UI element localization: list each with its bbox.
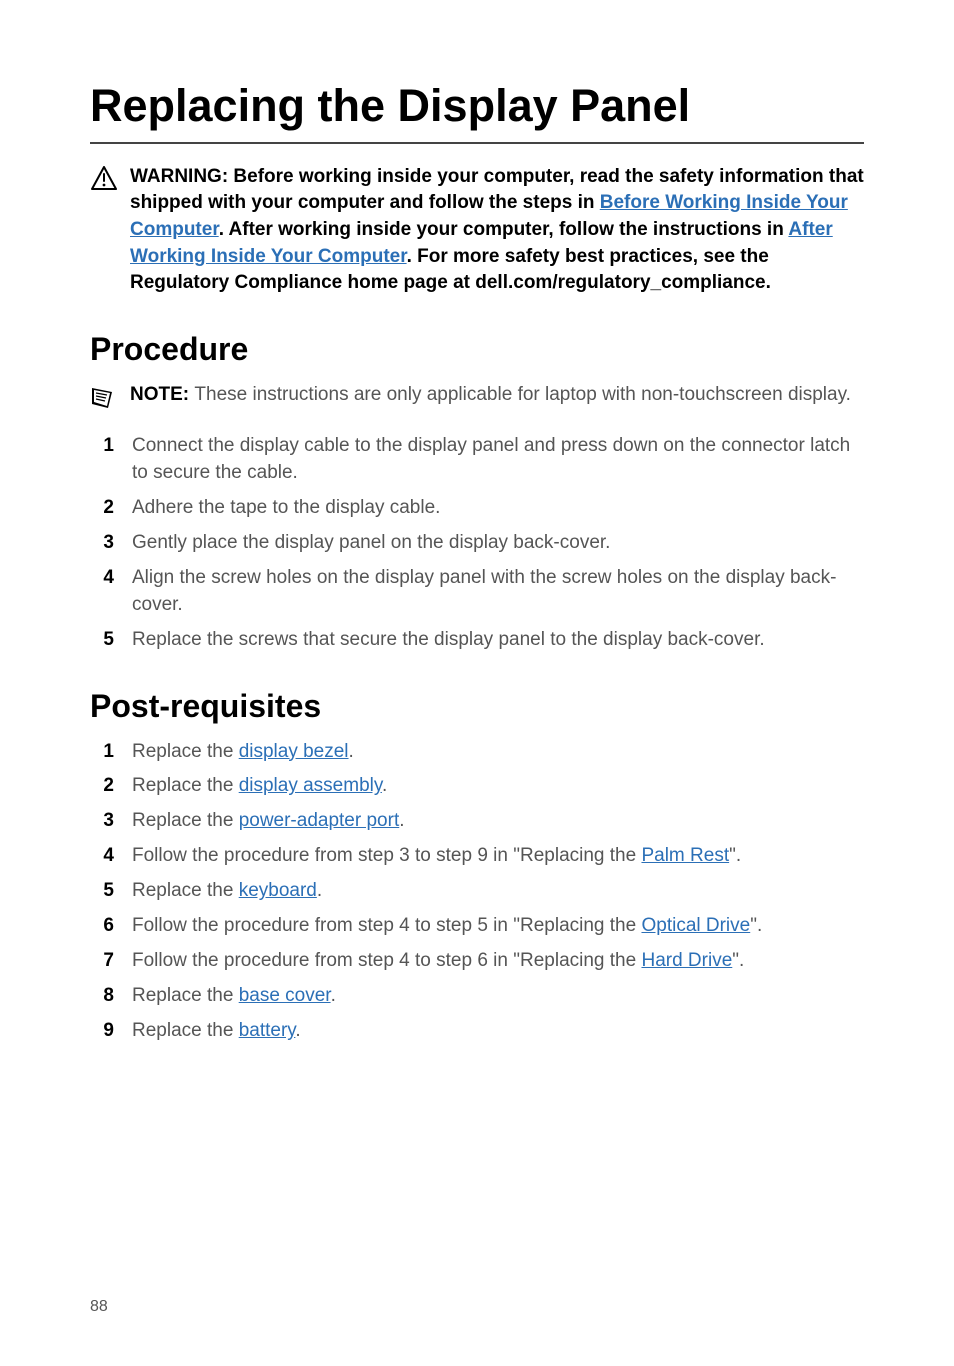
step-tail: ". <box>732 950 744 971</box>
step-tail: ". <box>750 915 762 936</box>
step-text: Replace the <box>132 1020 239 1041</box>
postrequisites-steps: Replace the display bezel. Replace the d… <box>90 739 864 1046</box>
step-text: Follow the procedure from step 3 to step… <box>132 845 641 866</box>
list-item: Connect the display cable to the display… <box>120 433 864 487</box>
step-text: Follow the procedure from step 4 to step… <box>132 915 641 936</box>
step-tail: . <box>295 1020 300 1041</box>
link-display-assembly[interactable]: display assembly <box>239 775 382 796</box>
note-label: NOTE: <box>130 384 194 405</box>
link-display-bezel[interactable]: display bezel <box>239 741 349 762</box>
step-tail: . <box>349 741 354 762</box>
list-item: Follow the procedure from step 4 to step… <box>120 913 864 940</box>
list-item: Follow the procedure from step 4 to step… <box>120 948 864 975</box>
list-item: Replace the display bezel. <box>120 739 864 766</box>
procedure-steps: Connect the display cable to the display… <box>90 433 864 654</box>
postrequisites-heading: Post-requisites <box>90 688 864 725</box>
warning-mid1: . After working inside your computer, fo… <box>219 219 789 240</box>
step-text: Replace the <box>132 810 239 831</box>
note-body: These instructions are only applicable f… <box>194 384 851 405</box>
procedure-heading: Procedure <box>90 331 864 368</box>
page-number: 88 <box>90 1298 108 1316</box>
list-item: Gently place the display panel on the di… <box>120 530 864 557</box>
list-item: Replace the screws that secure the displ… <box>120 627 864 654</box>
warning-icon <box>90 164 118 190</box>
list-item: Replace the keyboard. <box>120 878 864 905</box>
step-tail: ". <box>729 845 741 866</box>
list-item: Replace the battery. <box>120 1018 864 1045</box>
step-text: Replace the <box>132 741 239 762</box>
note-block: NOTE: These instructions are only applic… <box>90 382 864 415</box>
link-power-adapter-port[interactable]: power-adapter port <box>239 810 400 831</box>
step-text: Follow the procedure from step 4 to step… <box>132 950 641 971</box>
list-item: Adhere the tape to the display cable. <box>120 495 864 522</box>
list-item: Align the screw holes on the display pan… <box>120 565 864 619</box>
list-item: Replace the power-adapter port. <box>120 808 864 835</box>
step-tail: . <box>317 880 322 901</box>
link-palm-rest[interactable]: Palm Rest <box>641 845 729 866</box>
warning-block: WARNING: Before working inside your comp… <box>90 164 864 297</box>
link-hard-drive[interactable]: Hard Drive <box>641 950 732 971</box>
step-tail: . <box>331 985 336 1006</box>
note-text: NOTE: These instructions are only applic… <box>130 382 864 409</box>
page-title: Replacing the Display Panel <box>90 80 864 144</box>
step-tail: . <box>399 810 404 831</box>
warning-text: WARNING: Before working inside your comp… <box>130 164 864 297</box>
step-tail: . <box>382 775 387 796</box>
step-text: Replace the <box>132 880 239 901</box>
list-item: Replace the base cover. <box>120 983 864 1010</box>
list-item: Follow the procedure from step 3 to step… <box>120 843 864 870</box>
link-keyboard[interactable]: keyboard <box>239 880 317 901</box>
note-icon <box>90 382 118 415</box>
link-base-cover[interactable]: base cover <box>239 985 331 1006</box>
step-text: Replace the <box>132 775 239 796</box>
link-optical-drive[interactable]: Optical Drive <box>641 915 750 936</box>
link-battery[interactable]: battery <box>239 1020 296 1041</box>
list-item: Replace the display assembly. <box>120 773 864 800</box>
step-text: Replace the <box>132 985 239 1006</box>
